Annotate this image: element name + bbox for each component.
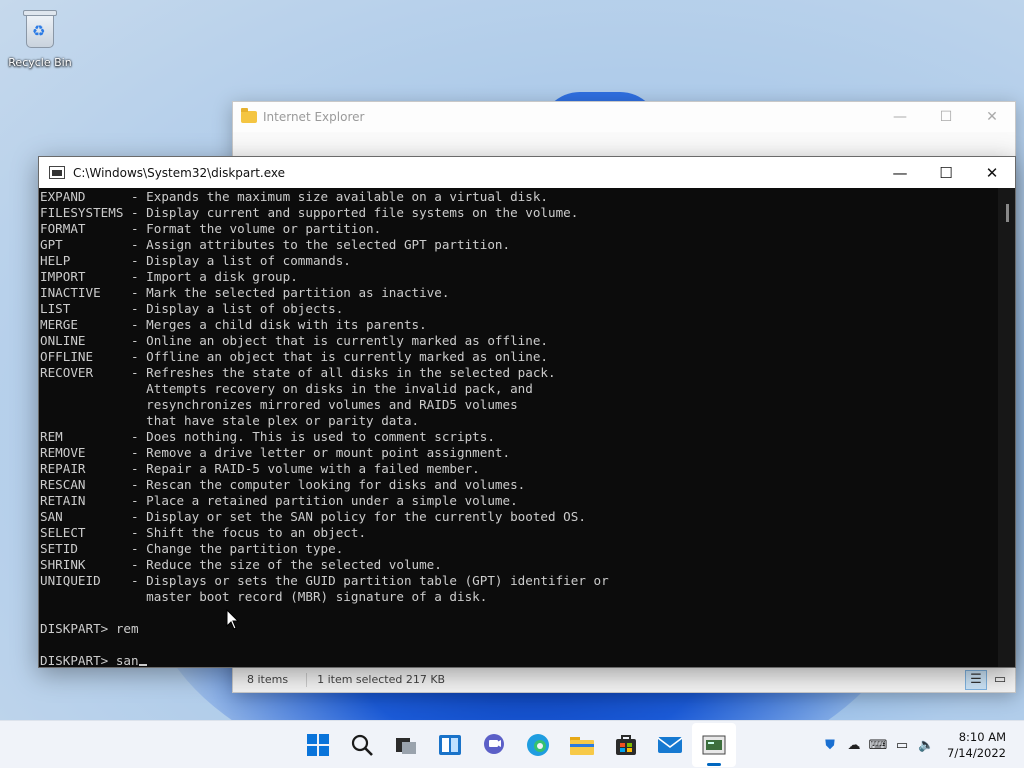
desktop-icon-label: Recycle Bin <box>8 56 72 69</box>
close-button[interactable]: ✕ <box>969 102 1015 132</box>
details-view-icon[interactable]: ☰ <box>965 669 987 690</box>
clock-time: 8:10 AM <box>958 730 1006 744</box>
console-line: UNIQUEID - Displays or sets the GUID par… <box>40 573 609 588</box>
console-titlebar[interactable]: C:\Windows\System32\diskpart.exe — ☐ ✕ <box>39 157 1015 188</box>
mouse-pointer-icon <box>226 609 240 630</box>
diskpart-button[interactable] <box>692 723 736 767</box>
search-button[interactable] <box>340 723 384 767</box>
volume-icon[interactable]: 🔈 <box>917 736 935 754</box>
console-line: HELP - Display a list of commands. <box>40 253 351 268</box>
explorer-statusbar: 8 items 1 item selected 217 KB ☰ ▭ <box>233 666 1015 692</box>
close-button[interactable]: ✕ <box>969 157 1015 188</box>
console-line: resynchronizes mirrored volumes and RAID… <box>40 397 518 412</box>
console-line: master boot record (MBR) signature of a … <box>40 589 488 604</box>
status-selection: 1 item selected 217 KB <box>317 673 446 686</box>
console-line: REM - Does nothing. This is used to comm… <box>40 429 495 444</box>
security-shield-icon[interactable]: ⛊ <box>821 736 839 754</box>
console-line: OFFLINE - Offline an object that is curr… <box>40 349 548 364</box>
edge-button[interactable] <box>516 723 560 767</box>
recycle-bin-icon: ♻ <box>22 8 58 50</box>
console-title: C:\Windows\System32\diskpart.exe <box>73 165 285 180</box>
status-item-count: 8 items <box>247 673 289 686</box>
console-line: RECOVER - Refreshes the state of all dis… <box>40 365 556 380</box>
widgets-icon <box>439 735 461 755</box>
scrollbar-thumb[interactable] <box>1006 204 1009 222</box>
mail-icon <box>657 737 683 753</box>
chat-button[interactable] <box>472 723 516 767</box>
start-button[interactable] <box>296 723 340 767</box>
mail-button[interactable] <box>648 723 692 767</box>
chat-icon <box>484 734 504 754</box>
console-line: REPAIR - Repair a RAID-5 volume with a f… <box>40 461 480 476</box>
console-line: SAN - Display or set the SAN policy for … <box>40 509 586 524</box>
explorer-titlebar[interactable]: Internet Explorer — ☐ ✕ <box>233 102 1015 132</box>
console-line: INACTIVE - Mark the selected partition a… <box>40 285 450 300</box>
console-line: SHRINK - Reduce the size of the selected… <box>40 557 442 572</box>
widgets-button[interactable] <box>428 723 472 767</box>
console-line: Attempts recovery on disks in the invali… <box>40 381 533 396</box>
console-scrollbar[interactable] <box>998 188 1015 667</box>
console-output[interactable]: EXPAND - Expands the maximum size availa… <box>39 188 998 667</box>
clock-date: 7/14/2022 <box>947 746 1006 760</box>
diskpart-console-window[interactable]: C:\Windows\System32\diskpart.exe — ☐ ✕ E… <box>38 156 1016 668</box>
console-line: EXPAND - Expands the maximum size availa… <box>40 189 548 204</box>
console-line: RETAIN - Place a retained partition unde… <box>40 493 518 508</box>
search-icon <box>351 734 373 756</box>
console-line: DISKPART> rem <box>40 621 139 636</box>
network-icon[interactable]: ▭ <box>893 736 911 754</box>
status-separator <box>306 672 308 687</box>
keyboard-icon[interactable]: ⌨ <box>869 736 888 754</box>
store-icon <box>616 735 636 755</box>
large-icons-view-icon[interactable]: ▭ <box>989 670 1011 690</box>
folder-icon <box>570 737 594 755</box>
console-line: FORMAT - Format the volume or partition. <box>40 221 382 236</box>
console-line: that have stale plex or parity data. <box>40 413 420 428</box>
console-line: GPT - Assign attributes to the selected … <box>40 237 511 252</box>
console-line: FILESYSTEMS - Display current and suppor… <box>40 205 579 220</box>
console-icon <box>49 166 65 179</box>
console-line: SELECT - Shift the focus to an object. <box>40 525 367 540</box>
console-icon <box>702 735 726 755</box>
console-line: REMOVE - Remove a drive letter or mount … <box>40 445 511 460</box>
text-cursor <box>138 664 147 666</box>
minimize-button[interactable]: — <box>877 102 923 132</box>
console-line: SETID - Change the partition type. <box>40 541 344 556</box>
maximize-button[interactable]: ☐ <box>923 102 969 132</box>
windows-logo-icon <box>307 734 329 756</box>
console-line: RESCAN - Rescan the computer looking for… <box>40 477 526 492</box>
edge-icon <box>527 734 549 756</box>
console-line: MERGE - Merges a child disk with its par… <box>40 317 427 332</box>
store-button[interactable] <box>604 723 648 767</box>
console-prompt-line: DISKPART> san <box>40 653 998 667</box>
console-line: ONLINE - Online an object that is curren… <box>40 333 548 348</box>
task-view-button[interactable] <box>384 723 428 767</box>
explorer-toolbar <box>233 132 1015 158</box>
file-explorer-button[interactable] <box>560 723 604 767</box>
clock[interactable]: 8:10 AM 7/14/2022 <box>947 729 1006 761</box>
console-line: LIST - Display a list of objects. <box>40 301 344 316</box>
task-view-icon <box>396 738 416 754</box>
taskbar: ⛊ ☁ ⌨ ▭ 🔈 8:10 AM 7/14/2022 <box>0 720 1024 768</box>
minimize-button[interactable]: — <box>877 157 923 188</box>
desktop-icon-recycle-bin[interactable]: ♻ Recycle Bin <box>6 8 74 69</box>
explorer-title: Internet Explorer <box>263 110 365 124</box>
folder-icon <box>241 108 257 123</box>
console-line: IMPORT - Import a disk group. <box>40 269 298 284</box>
cloud-offline-icon[interactable]: ☁ <box>845 736 863 754</box>
maximize-button[interactable]: ☐ <box>923 157 969 188</box>
